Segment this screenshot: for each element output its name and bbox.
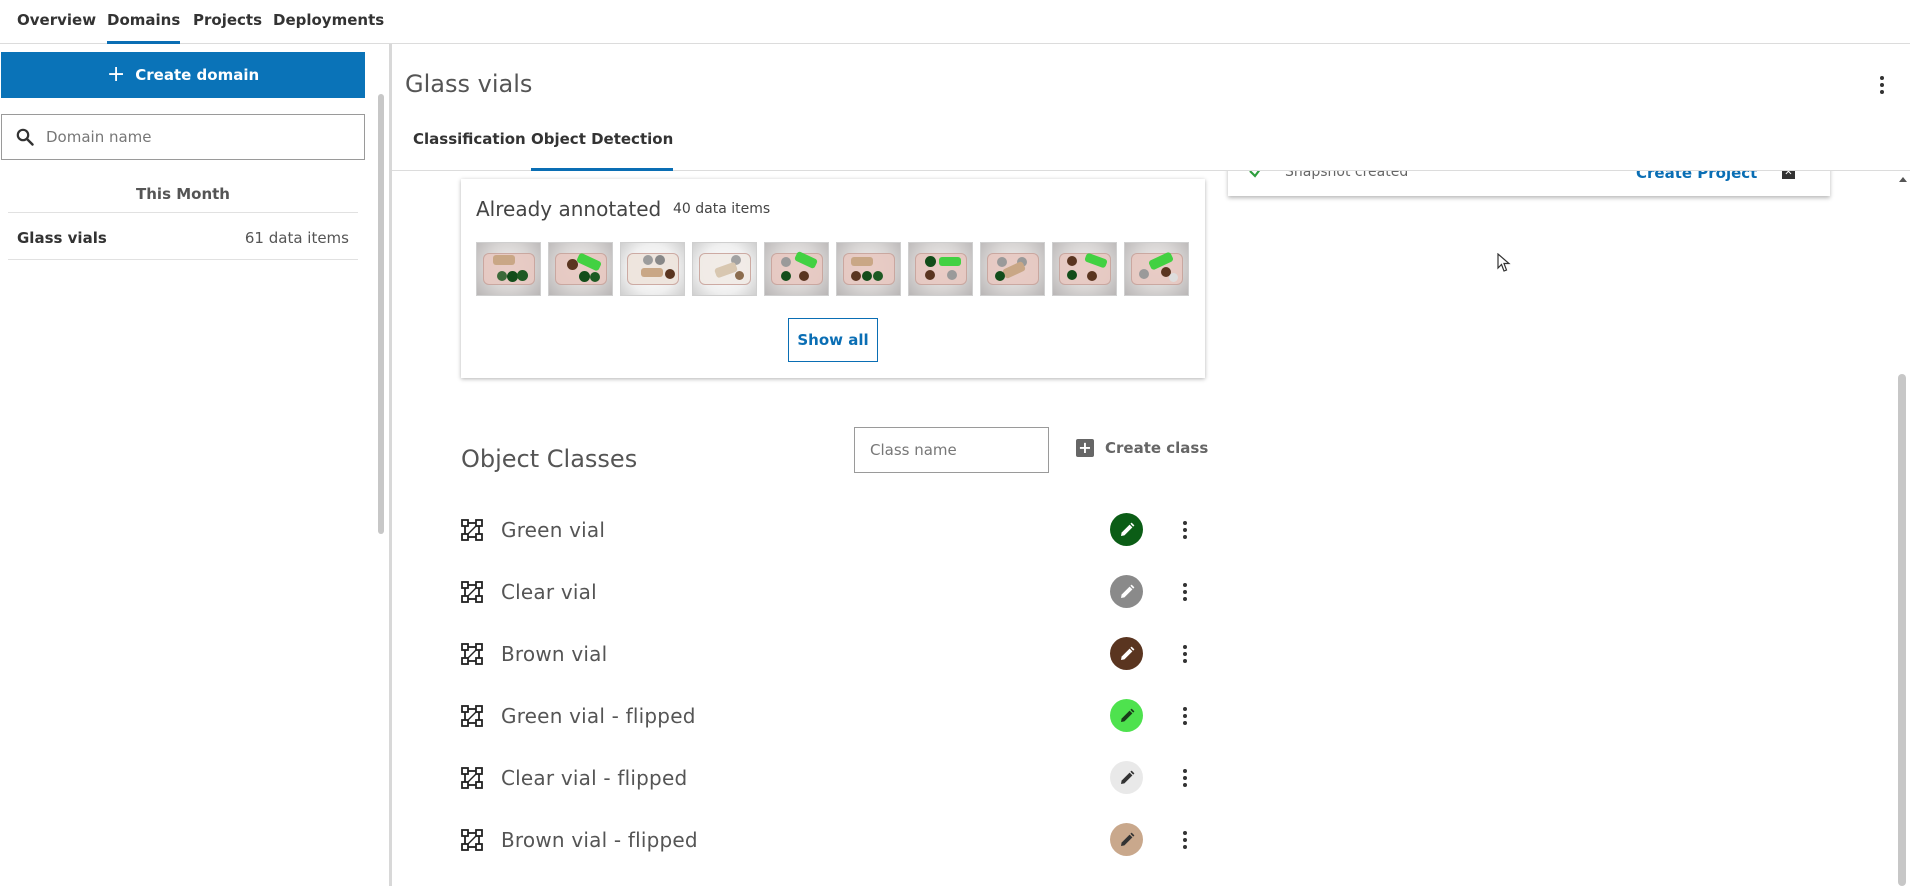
class-name[interactable]: Clear vial - flipped: [501, 766, 687, 790]
class-row: Clear vial: [461, 572, 1196, 612]
mouse-cursor-icon: [1497, 253, 1511, 272]
domain-search-box: [1, 114, 365, 160]
class-name[interactable]: Brown vial: [501, 642, 607, 666]
search-icon: [16, 128, 34, 146]
domain-name: Glass vials: [17, 229, 107, 247]
nav-tab-projects[interactable]: Projects: [193, 0, 262, 44]
pencil-icon: [1119, 770, 1135, 786]
create-domain-button[interactable]: + Create domain: [1, 52, 365, 98]
class-name-input[interactable]: [854, 427, 1049, 473]
edit-color-button[interactable]: [1110, 513, 1143, 546]
thumbnail[interactable]: [692, 242, 757, 296]
domain-sidebar: + Create domain This Month Glass vials 6…: [0, 45, 390, 886]
bounding-box-icon: [461, 829, 483, 855]
class-row: Clear vial - flipped: [461, 758, 1196, 798]
pencil-icon: [1119, 708, 1135, 724]
thumbnail[interactable]: [836, 242, 901, 296]
add-icon: +: [1076, 439, 1094, 457]
object-classes-title: Object Classes: [461, 445, 638, 473]
main-scrollbar[interactable]: [1898, 374, 1906, 886]
tab-classification[interactable]: Classification: [413, 124, 526, 171]
domain-item-count: 61 data items: [244, 229, 349, 247]
thumbnail[interactable]: [620, 242, 685, 296]
already-annotated-card: Already annotated 40 data items Show all: [461, 179, 1205, 378]
more-options-icon[interactable]: [1872, 72, 1892, 98]
more-options-icon[interactable]: [1178, 828, 1192, 852]
nav-tab-domains[interactable]: Domains: [107, 0, 181, 44]
sidebar-scrollbar[interactable]: [378, 94, 384, 534]
thumbnail[interactable]: [1052, 242, 1117, 296]
create-domain-label: Create domain: [135, 66, 260, 84]
bounding-box-icon: [461, 705, 483, 731]
class-name[interactable]: Clear vial: [501, 580, 597, 604]
edit-color-button[interactable]: [1110, 637, 1143, 670]
more-options-icon[interactable]: [1178, 580, 1192, 604]
thumbnail[interactable]: [476, 242, 541, 296]
show-all-button[interactable]: Show all: [788, 318, 878, 362]
bounding-box-icon: [461, 643, 483, 669]
thumbnail[interactable]: [908, 242, 973, 296]
pencil-icon: [1119, 646, 1135, 662]
domain-search-input[interactable]: [46, 128, 336, 146]
class-name[interactable]: Green vial: [501, 518, 605, 542]
create-class-label: Create class: [1105, 439, 1209, 457]
edit-color-button[interactable]: [1110, 761, 1143, 794]
edit-color-button[interactable]: [1110, 699, 1143, 732]
pencil-icon: [1119, 832, 1135, 848]
class-row: Brown vial - flipped: [461, 820, 1196, 860]
more-options-icon[interactable]: [1178, 704, 1192, 728]
bounding-box-icon: [461, 581, 483, 607]
bounding-box-icon: [461, 519, 483, 545]
plus-icon: +: [106, 62, 126, 87]
top-navigation: Overview Domains Projects Deployments: [0, 0, 1910, 44]
more-options-icon[interactable]: [1178, 766, 1192, 790]
main-header: Glass vials Classification Object Detect…: [392, 44, 1910, 171]
group-heading: This Month: [8, 185, 358, 213]
thumbnail[interactable]: [980, 242, 1045, 296]
annotated-count: 40 data items: [673, 201, 771, 217]
pencil-icon: [1119, 584, 1135, 600]
sidebar-item-glass-vials[interactable]: Glass vials 61 data items: [8, 217, 358, 260]
thumbnail[interactable]: [1124, 242, 1189, 296]
thumbnail[interactable]: [764, 242, 829, 296]
edit-color-button[interactable]: [1110, 575, 1143, 608]
tab-object-detection[interactable]: Object Detection: [531, 124, 674, 171]
nav-tab-deployments[interactable]: Deployments: [273, 0, 384, 44]
page-title: Glass vials: [405, 70, 533, 98]
thumbnail-strip: [476, 242, 1189, 296]
create-class-button[interactable]: + Create class: [1076, 439, 1208, 457]
bounding-box-icon: [461, 767, 483, 793]
edit-color-button[interactable]: [1110, 823, 1143, 856]
more-options-icon[interactable]: [1178, 642, 1192, 666]
thumbnail[interactable]: [548, 242, 613, 296]
more-options-icon[interactable]: [1178, 518, 1192, 542]
scroll-up-icon[interactable]: [1899, 177, 1907, 182]
annotated-title: Already annotated: [476, 197, 662, 221]
class-row: Green vial: [461, 510, 1196, 550]
class-row: Brown vial: [461, 634, 1196, 674]
nav-tab-overview[interactable]: Overview: [17, 0, 96, 44]
class-name[interactable]: Brown vial - flipped: [501, 828, 698, 852]
pencil-icon: [1119, 522, 1135, 538]
class-name[interactable]: Green vial - flipped: [501, 704, 696, 728]
class-row: Green vial - flipped: [461, 696, 1196, 736]
